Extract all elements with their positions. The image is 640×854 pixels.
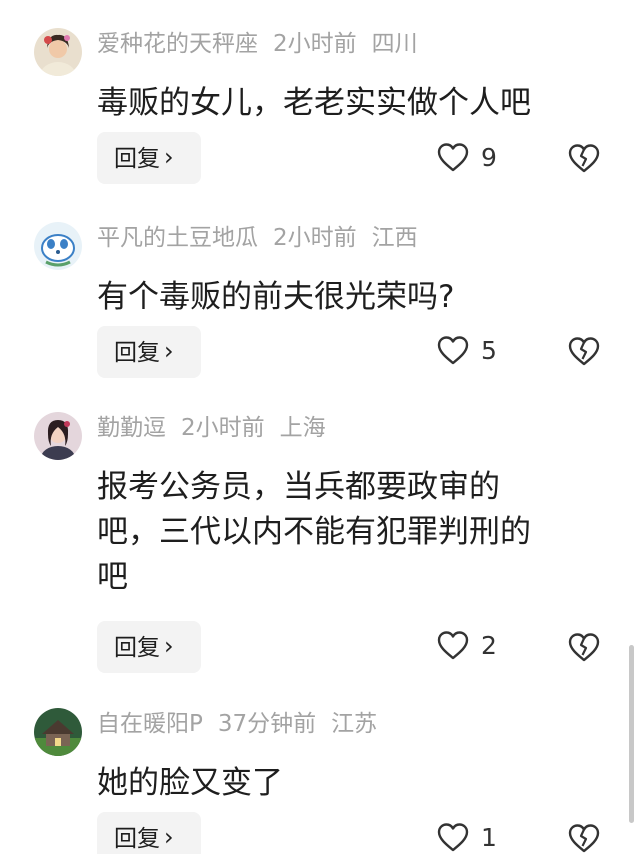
username[interactable]: 平凡的土豆地瓜 [97,225,258,251]
location: 江西 [371,225,418,251]
username[interactable]: 自在暖阳P [97,711,203,737]
location: 上海 [279,415,326,441]
avatar[interactable] [34,222,82,270]
dislike-button[interactable] [567,821,601,854]
avatar[interactable] [34,28,82,76]
timestamp: 2小时前 [273,31,357,57]
reply-label: 回复 [114,146,160,172]
comment-meta: 平凡的土豆地瓜 2小时前 江西 [97,222,418,254]
avatar[interactable] [34,708,82,756]
like-count: 5 [481,336,497,365]
timestamp: 37分钟前 [217,711,317,737]
comment-text: 报考公务员，当兵都要政审的 吧，三代以内不能有犯罪判刑的 吧 [97,469,531,595]
heart-outline-icon [437,336,469,365]
location: 四川 [371,31,418,57]
comment-meta: 自在暖阳P 37分钟前 江苏 [97,708,377,740]
timestamp: 2小时前 [181,415,265,441]
heart-outline-icon [437,823,469,852]
scrollbar[interactable] [629,645,634,823]
chevron-right-icon: › [164,823,174,851]
comment-text: 她的脸又变了 [97,765,283,801]
reply-label: 回复 [114,635,160,661]
broken-heart-icon [568,633,600,662]
reply-label: 回复 [114,826,160,852]
like-count: 9 [481,143,497,172]
heart-outline-icon [437,631,469,660]
dislike-button[interactable] [567,141,601,175]
like-button[interactable]: 2 [436,626,497,666]
comment-meta: 勤勤逗 2小时前 上海 [97,412,326,444]
like-button[interactable]: 5 [436,331,497,371]
broken-heart-icon [568,824,600,853]
like-button[interactable]: 9 [436,138,497,178]
reply-button[interactable]: 回复 › [97,132,201,184]
dislike-button[interactable] [567,334,601,368]
like-count: 1 [481,823,497,852]
chevron-right-icon: › [164,143,174,171]
chevron-right-icon: › [164,337,174,365]
like-button[interactable]: 1 [436,818,497,854]
dislike-button[interactable] [567,630,601,664]
comment-meta: 爱种花的天秤座 2小时前 四川 [97,28,418,60]
reply-button[interactable]: 回复 › [97,621,201,673]
comment-list-screen: 爱种花的天秤座 2小时前 四川 毒贩的女儿，老老实实做个人吧 回复 › 9 平凡… [0,0,640,854]
reply-button[interactable]: 回复 › [97,326,201,378]
comment-text: 毒贩的女儿，老老实实做个人吧 [97,85,531,121]
timestamp: 2小时前 [273,225,357,251]
heart-outline-icon [437,143,469,172]
broken-heart-icon [568,144,600,173]
like-count: 2 [481,631,497,660]
reply-button[interactable]: 回复 › [97,812,201,854]
username[interactable]: 勤勤逗 [97,415,166,441]
avatar[interactable] [34,412,82,460]
location: 江苏 [331,711,378,737]
reply-label: 回复 [114,340,160,366]
comment-text: 有个毒贩的前夫很光荣吗? [97,279,455,315]
chevron-right-icon: › [164,632,174,660]
broken-heart-icon [568,337,600,366]
username[interactable]: 爱种花的天秤座 [97,31,258,57]
